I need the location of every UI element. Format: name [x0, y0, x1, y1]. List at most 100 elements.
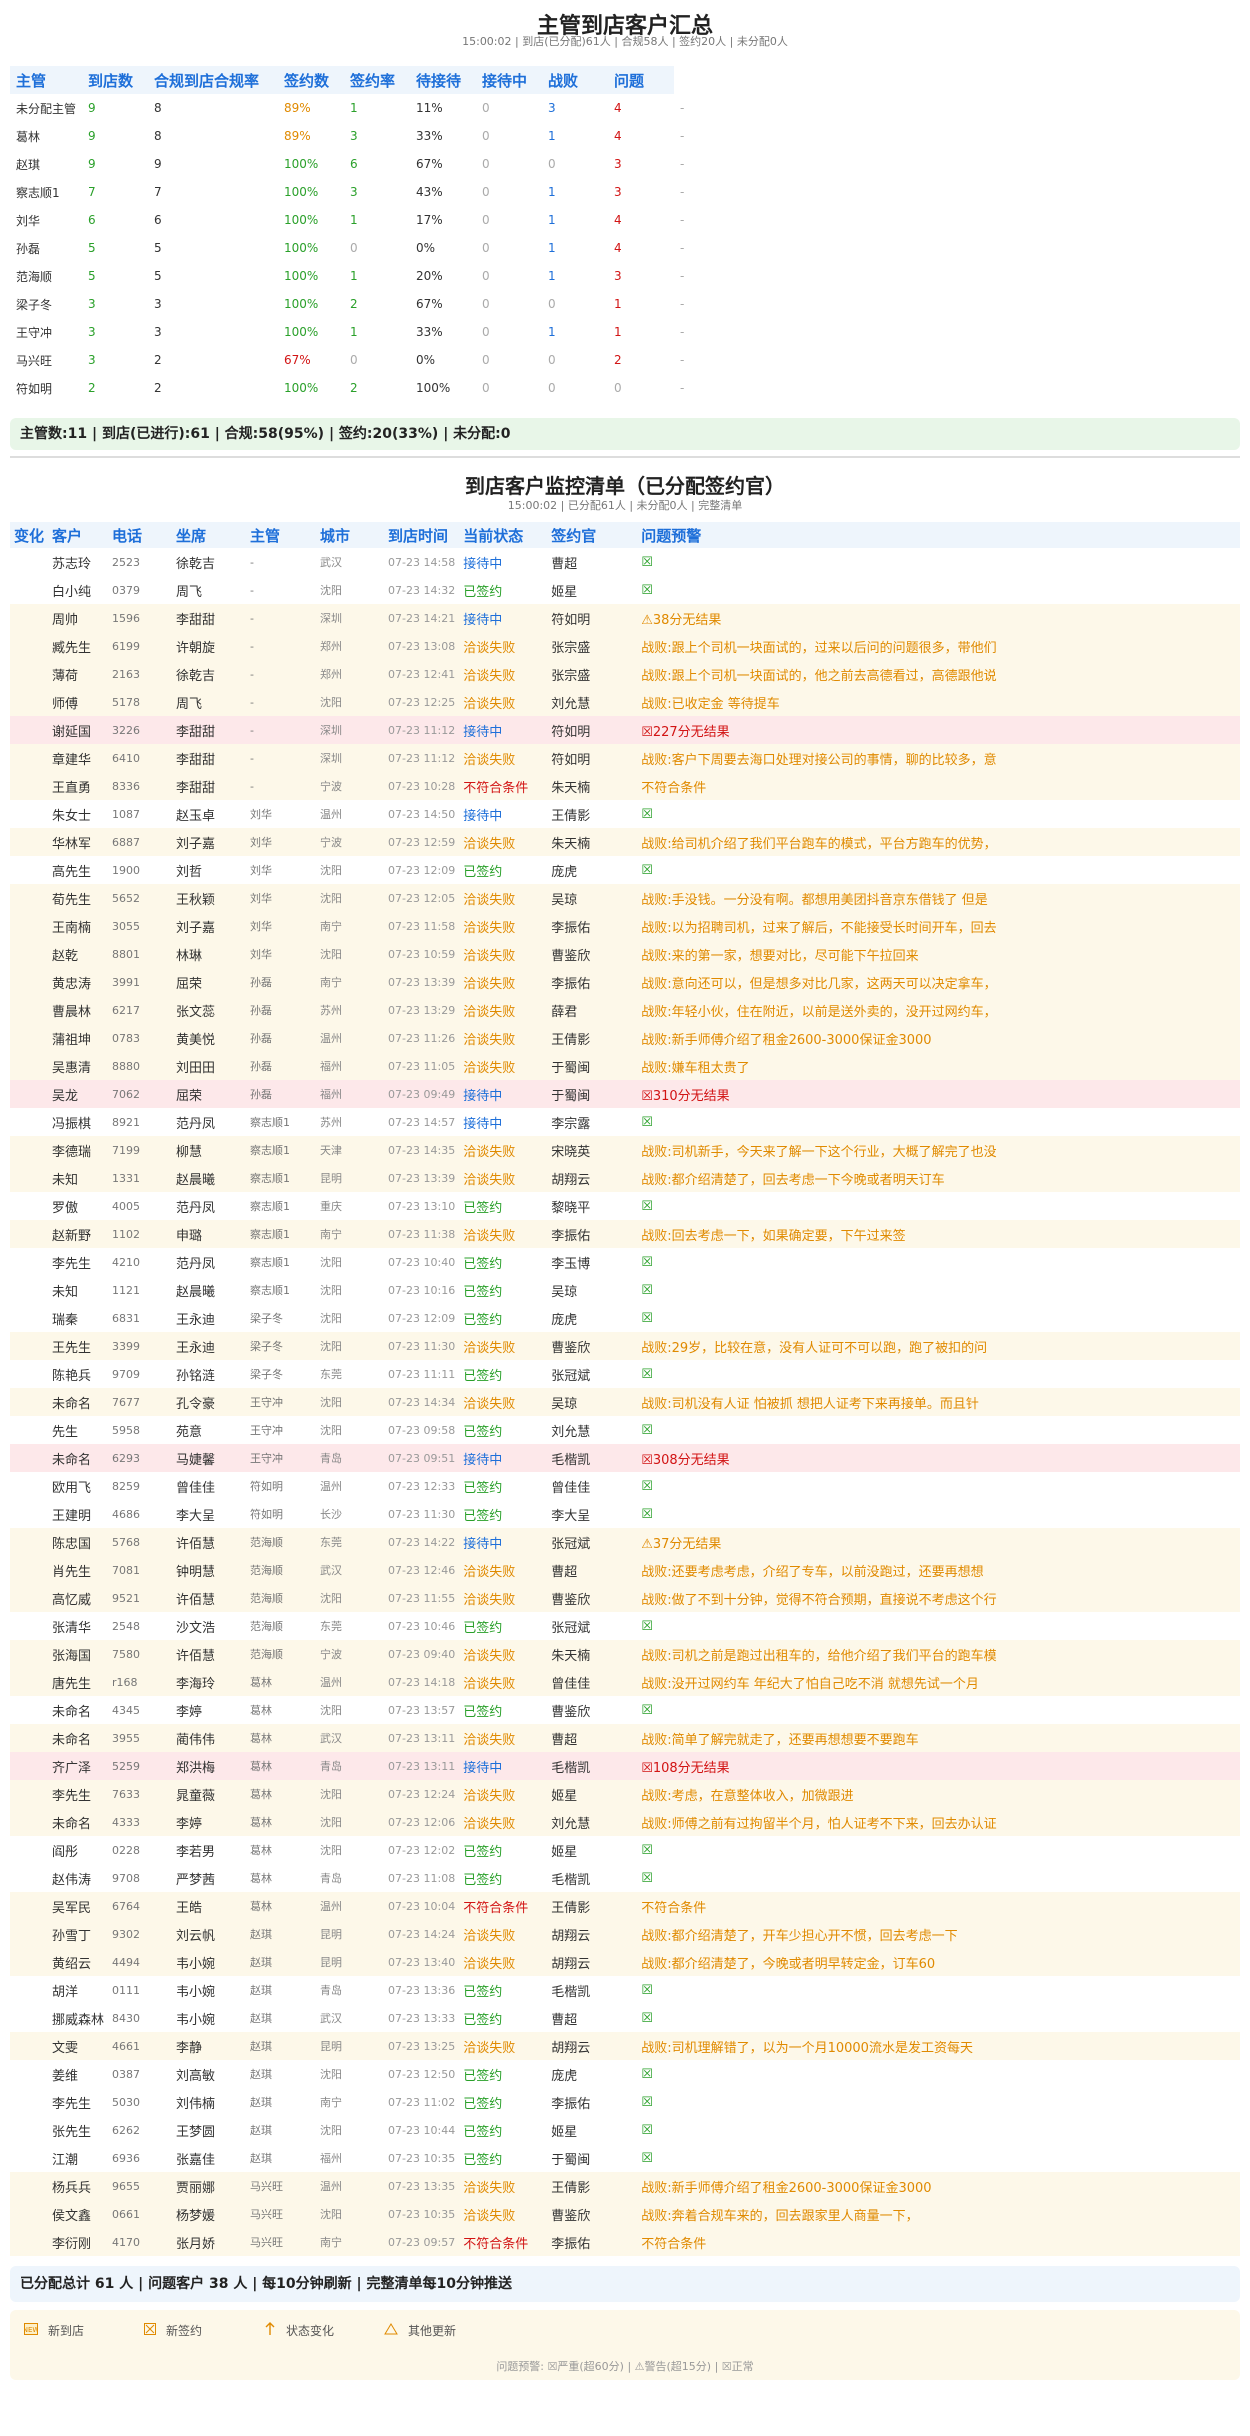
change-cell	[10, 2172, 49, 2200]
signing-officer: 王倩影	[547, 1024, 638, 1052]
signing-officer: 于蜀闽	[547, 1080, 638, 1108]
customer-row: 唐先生 r168 李海玲 葛林 温州 07-23 14:18 洽谈失败 曾佳佳 战败:没开过网约…	[10, 1668, 1240, 1696]
signing-officer: 曹鉴欣	[547, 1584, 638, 1612]
supervisor-name: 赵琪	[250, 2068, 273, 2081]
issue-alert: ☒	[641, 1506, 653, 1522]
status-label: 接待中	[463, 556, 503, 572]
agent-name: 贾丽娜	[172, 2172, 247, 2200]
list-header-row: 变化 客户 电话 坐席 主管 城市 到店时间 当前状态 签约官 问题预警	[10, 522, 1240, 548]
agent-name: 范丹凤	[176, 1256, 216, 1272]
city-name: 温州	[316, 1668, 385, 1696]
city-name: 沈阳	[316, 1584, 385, 1612]
agent-name: 曾佳佳	[176, 1480, 216, 1496]
change-cell	[10, 1304, 48, 1332]
customer-name: 臧先生	[48, 632, 109, 660]
arrive-count: 3	[88, 325, 96, 339]
agent-name: 周飞	[172, 688, 247, 716]
customer-name: 王南楠	[48, 912, 109, 940]
issue-alert: ☒	[641, 1618, 653, 1634]
agent-name: 刘田田	[172, 1052, 247, 1080]
status-label: 已签约	[463, 1368, 503, 1384]
list-subtitle: 15:00:02 | 已分配61人 | 未分配0人 | 完整清单	[507, 499, 743, 512]
issue-alert: 战败:还要考虑考虑，介绍了专车，以前没跑过，还要再想想	[637, 1556, 1240, 1584]
supervisor-name: 察志顺1	[246, 1164, 317, 1192]
status-label: 不符合条件	[459, 2228, 548, 2256]
customer-row: 高忆威 9521 许佰慧 范海顺 沈阳 07-23 11:55 洽谈失败 曹鉴欣 战败:做了不到…	[10, 1584, 1240, 1612]
agent-name: 张月娇	[172, 2228, 247, 2256]
failed-count: 1	[614, 297, 622, 311]
legend-item-new-sign: 新签约	[144, 2322, 264, 2339]
failed-count: 2	[614, 353, 622, 367]
list-header: 当前状态	[459, 522, 548, 548]
customer-row: 未命名 6293 马婕馨 王守冲 青岛 07-23 09:51 接待中 毛楷凯 ☒308分无结果	[10, 1444, 1240, 1472]
signing-officer: 胡翔云	[547, 1920, 638, 1948]
comply-count: 2	[154, 381, 162, 395]
failed-count: 0	[614, 381, 622, 395]
signing-officer: 李振佑	[547, 1220, 638, 1248]
city-name: 温州	[320, 1480, 343, 1493]
customer-name: 赵伟涛	[52, 1872, 92, 1888]
comply-rate: 100%	[284, 157, 319, 171]
customer-name: 张海国	[48, 1640, 109, 1668]
city-name: 沈阳	[316, 884, 385, 912]
customer-phone: 0228	[112, 1843, 141, 1857]
customer-phone: 3991	[108, 968, 173, 996]
signing-officer: 曹超	[551, 556, 578, 572]
sign-rate: 33%	[416, 325, 443, 339]
customer-row: 冯振棋 8921 范丹凤 察志顺1 苏州 07-23 14:57 接待中 李宗露 ☒	[10, 1108, 1240, 1136]
arrival-time: 07-23 14:34	[384, 1388, 460, 1416]
list-header: 到店时间	[384, 522, 460, 548]
city-name: 温州	[316, 2172, 385, 2200]
customer-phone: 1596	[108, 604, 173, 632]
signing-officer: 胡翔云	[547, 1948, 638, 1976]
supervisor-name: 赵琪	[250, 1984, 273, 1997]
supervisor-name: 赵琪	[250, 2096, 273, 2109]
customer-phone: 0111	[112, 1983, 141, 1997]
customer-row: 李先生 5030 刘伟楠 赵琪 南宁 07-23 11:02 已签约 李振佑 ☒	[10, 2088, 1240, 2116]
customer-row: 吴龙 7062 屈荣 孙磊 福州 07-23 09:49 接待中 于蜀闽 ☒310分无结果	[10, 1080, 1240, 1108]
agent-name: 周飞	[176, 584, 203, 600]
customer-row: 齐广泽 5259 郑洪梅 葛林 青岛 07-23 13:11 接待中 毛楷凯 ☒108分无结果	[10, 1752, 1240, 1780]
arrival-time: 07-23 12:09	[388, 863, 456, 877]
supervisor-name: 王守冲	[246, 1388, 317, 1416]
receiving-count: 0	[548, 381, 556, 395]
arrival-time: 07-23 10:46	[388, 1619, 456, 1633]
change-cell	[10, 800, 48, 828]
waiting-count: 0	[482, 101, 490, 115]
waiting-count: 0	[482, 269, 490, 283]
comply-count: 8	[154, 101, 162, 115]
customer-name: 赵乾	[48, 940, 109, 968]
issue-alert: ☒	[641, 582, 653, 598]
status-label: 洽谈失败	[459, 688, 548, 716]
city-name: 温州	[316, 1892, 385, 1920]
city-name: 沈阳	[320, 1312, 343, 1325]
issue-alert: ⚠38分无结果	[637, 604, 1240, 632]
change-cell	[10, 856, 48, 884]
change-cell	[10, 576, 48, 604]
sign-count: 3	[350, 129, 358, 143]
issue-alert: 战败:嫌车租太贵了	[637, 1052, 1240, 1080]
arrival-time: 07-23 13:35	[384, 2172, 460, 2200]
arrival-time: 07-23 11:11	[388, 1367, 456, 1381]
other-update-icon	[384, 2323, 398, 2338]
customer-name: 周帅	[48, 604, 109, 632]
supervisor-name: 梁子冬	[250, 1312, 284, 1325]
city-name: 东莞	[320, 1368, 343, 1381]
agent-name: 蔺伟伟	[172, 1724, 247, 1752]
change-cell	[10, 996, 49, 1024]
customer-name: 罗傲	[52, 1200, 79, 1216]
issue-alert: ☒	[641, 1114, 653, 1130]
city-name: 昆明	[316, 1920, 385, 1948]
issue-alert: 战败:考虑，在意整体收入，加微跟进	[637, 1780, 1240, 1808]
customer-phone: 1331	[108, 1164, 173, 1192]
customer-phone: 0379	[112, 583, 141, 597]
customer-phone: 1121	[112, 1283, 141, 1297]
summary-header: 主管	[10, 66, 83, 94]
customer-name: 瑞秦	[52, 1312, 79, 1328]
customer-phone: 7199	[108, 1136, 173, 1164]
supervisor-name: 符如明	[250, 1480, 284, 1493]
signing-officer: 庞虎	[551, 2068, 578, 2084]
issue-alert: ☒	[641, 2122, 653, 2138]
customer-phone: 1087	[112, 807, 141, 821]
customer-row: 未命名 7677 孔令豪 王守冲 沈阳 07-23 14:34 洽谈失败 吴琼 战败:司机没有人…	[10, 1388, 1240, 1416]
